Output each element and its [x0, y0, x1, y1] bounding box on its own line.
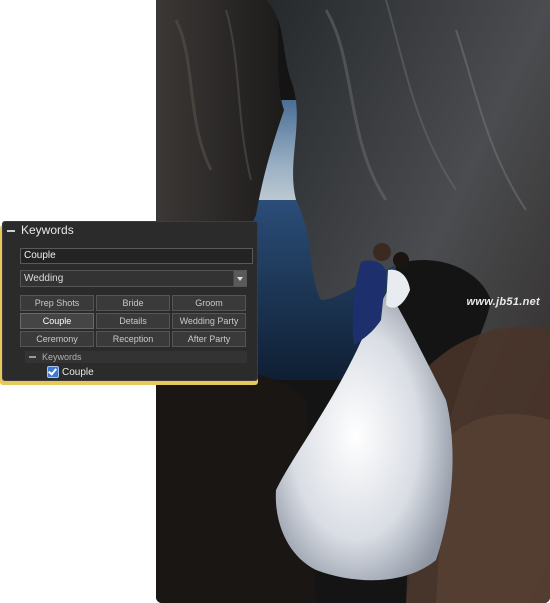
watermark-text: www.jb51.net	[466, 296, 540, 308]
keywords-panel: Keywords Couple Wedding Prep Shots Bride…	[2, 221, 258, 381]
applied-keyword-label: Couple	[62, 366, 94, 378]
applied-keywords-header[interactable]: Keywords	[25, 351, 247, 363]
applied-keyword-row[interactable]: Couple	[47, 366, 94, 378]
keyword-button-details[interactable]: Details	[96, 313, 170, 329]
keyword-set-value: Wedding	[24, 273, 64, 284]
collapse-icon[interactable]	[7, 229, 15, 232]
keyword-set-select[interactable]: Wedding	[20, 270, 247, 287]
applied-keywords-title: Keywords	[42, 352, 82, 362]
keyword-button-wedding-party[interactable]: Wedding Party	[172, 313, 246, 329]
keyword-button-bride[interactable]: Bride	[96, 295, 170, 311]
panel-header[interactable]: Keywords	[3, 222, 257, 238]
keyword-input[interactable]: Couple	[20, 248, 253, 264]
keyword-button-groom[interactable]: Groom	[172, 295, 246, 311]
chevron-down-icon[interactable]	[233, 271, 246, 286]
keyword-button-couple[interactable]: Couple	[20, 313, 94, 329]
keyword-button-after-party[interactable]: After Party	[172, 331, 246, 347]
collapse-icon[interactable]	[29, 356, 36, 358]
keyword-button-ceremony[interactable]: Ceremony	[20, 331, 94, 347]
checkbox-checked-icon[interactable]	[47, 366, 59, 378]
keyword-button-grid: Prep Shots Bride Groom Couple Details We…	[20, 295, 246, 347]
panel-title: Keywords	[21, 223, 74, 237]
keyword-button-prep-shots[interactable]: Prep Shots	[20, 295, 94, 311]
keyword-button-reception[interactable]: Reception	[96, 331, 170, 347]
